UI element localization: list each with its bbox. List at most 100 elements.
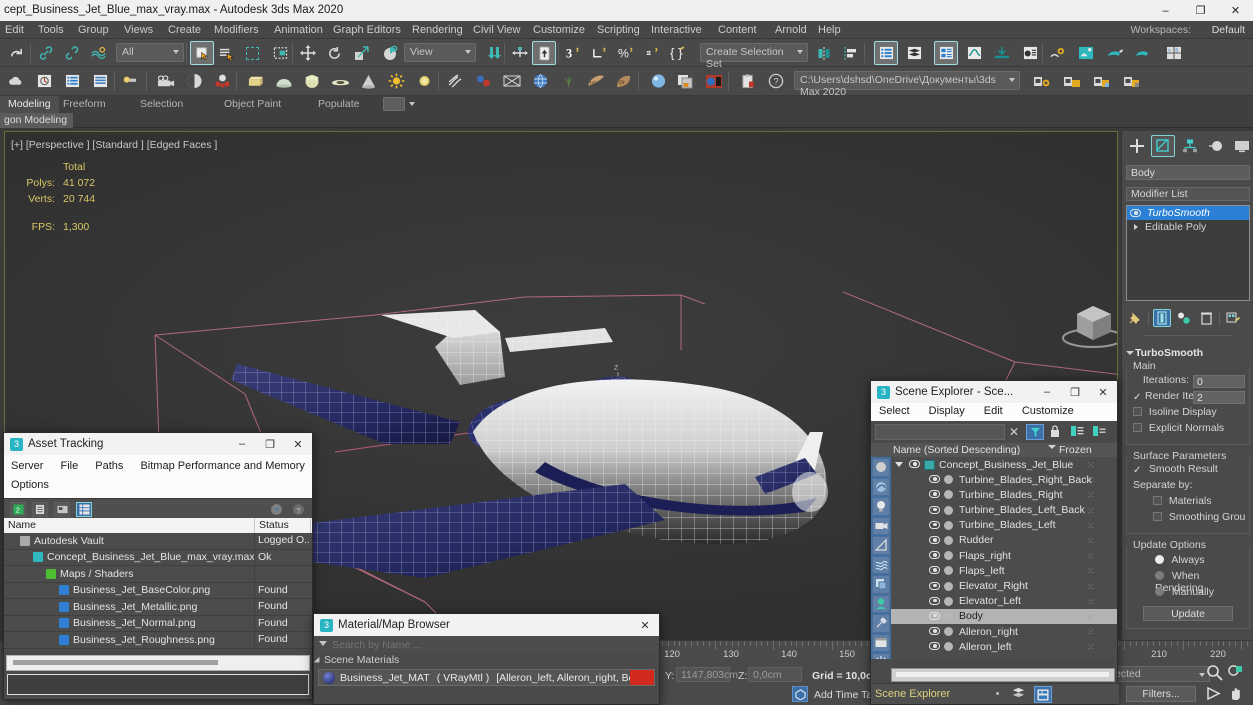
list-item[interactable]: Flaps_left ⁙ [891, 563, 1117, 578]
menu-customize[interactable]: Customize [533, 24, 585, 36]
vray-sphere-icon[interactable] [646, 69, 670, 93]
use-pivot-point-center-icon[interactable] [482, 41, 506, 65]
update-button[interactable]: Update [1143, 606, 1233, 621]
asset-tracking-close[interactable]: ✕ [284, 433, 312, 455]
lock-icon[interactable] [1049, 424, 1061, 439]
object-color-swatch[interactable] [944, 642, 953, 652]
isoline-display-checkbox[interactable] [1133, 407, 1142, 416]
close-button[interactable]: ✕ [1218, 0, 1253, 21]
frozen-toggle-icon[interactable]: ⁙ [1087, 475, 1095, 486]
asset-tracking-icon[interactable] [32, 69, 56, 93]
daylight-icon[interactable] [412, 69, 436, 93]
cloud-icon[interactable] [4, 69, 28, 93]
scene-explorer-hscrollbar[interactable] [891, 668, 1115, 682]
select-and-place-icon[interactable] [378, 41, 402, 65]
menu-civil-view[interactable]: Civil View [473, 24, 520, 36]
align-icon[interactable] [838, 41, 862, 65]
selection-filter-combo[interactable]: All [116, 43, 184, 62]
menu-edit[interactable]: Edit [5, 24, 24, 36]
hierarchy-tab[interactable] [1178, 135, 1201, 157]
separate-materials-row[interactable]: Materials [1131, 495, 1245, 511]
asset-menu-paths[interactable]: Paths [88, 457, 130, 476]
smoothing-groups-checkbox[interactable] [1153, 512, 1162, 521]
scene-explorer-title-bar[interactable]: 3 Scene Explorer - Sce... – ❐ ✕ [871, 381, 1117, 403]
set-project-folder-icon[interactable] [1030, 69, 1054, 93]
frozen-toggle-icon[interactable]: ⁙ [1087, 566, 1095, 577]
sort-chevron-down-icon[interactable] [1048, 445, 1056, 449]
pan-hand-icon[interactable] [1227, 685, 1244, 702]
material-browser-title-bar[interactable]: 3 Material/Map Browser ✕ [314, 614, 659, 636]
zoom-all-icon[interactable] [1227, 664, 1244, 681]
activeshade-icon[interactable]: AB [1162, 41, 1186, 65]
help-icon[interactable]: ? [764, 69, 788, 93]
material-list-item[interactable]: Business_Jet_MAT ( VRayMtl ) [Alleron_le… [318, 669, 655, 686]
torus-primitive-icon[interactable] [328, 69, 352, 93]
asset-tracking-title-bar[interactable]: 3 Asset Tracking – ❐ ✕ [4, 433, 312, 455]
helpers-filter-icon[interactable] [872, 536, 890, 555]
select-and-rotate-icon[interactable] [322, 41, 346, 65]
configure-modifier-sets-icon[interactable] [1224, 309, 1242, 327]
menu-arnold[interactable]: Arnold [775, 24, 807, 36]
menu-graph-editors[interactable]: Graph Editors [333, 24, 401, 36]
workspace-value[interactable]: Default [1212, 24, 1245, 36]
smooth-result-checkbox[interactable]: ✓ [1133, 465, 1142, 476]
globe-icon[interactable] [528, 69, 552, 93]
select-object-icon[interactable] [190, 41, 214, 65]
open-project-folder-icon[interactable] [1060, 69, 1084, 93]
list-item[interactable]: Turbine_Blades_Right ⁙ [891, 487, 1117, 502]
percent-snap-toggle-icon[interactable]: % [614, 41, 638, 65]
object-color-swatch[interactable] [944, 611, 953, 621]
scene-converter-icon[interactable] [60, 69, 84, 93]
smooth-result-row[interactable]: ✓ Smooth Result [1131, 463, 1245, 479]
iterations-spinner[interactable]: 0 [1193, 375, 1245, 388]
frozen-toggle-icon[interactable]: ⁙ [1087, 551, 1095, 562]
list-item[interactable]: Turbine_Blades_Left ⁙ [891, 518, 1117, 533]
object-color-swatch[interactable] [944, 505, 953, 515]
space-warps-filter-icon[interactable] [872, 555, 890, 574]
scene-explorer-taskbar-label[interactable]: Scene Explorer [875, 688, 950, 700]
list-item[interactable]: Alleron_right ⁙ [891, 624, 1117, 639]
light-icon[interactable] [118, 69, 142, 93]
toggle-scene-explorer-icon[interactable] [874, 41, 898, 65]
scene-explorer-tree[interactable]: Concept_Business_Jet_Blue ⁙ Turbine_Blades… [871, 457, 1117, 659]
frozen-toggle-icon[interactable]: ⁙ [1087, 460, 1095, 471]
zoom-icon[interactable] [1206, 664, 1223, 681]
scene-explorer-toggle-icon[interactable] [1034, 686, 1052, 703]
help-alt-icon[interactable]: ? [290, 502, 306, 517]
reference-coordinate-combo[interactable]: View [404, 43, 476, 62]
particle-systems-icon[interactable] [210, 69, 234, 93]
list-item[interactable]: Elevator_Left ⁙ [891, 594, 1117, 609]
vault-toolbar-icon[interactable]: 2 [10, 502, 26, 517]
mesh-viewer-icon[interactable] [500, 69, 524, 93]
geometry-filter-icon[interactable] [872, 458, 890, 477]
toggle-layer-explorer-icon[interactable] [902, 41, 926, 65]
manually-radio[interactable] [1155, 587, 1164, 596]
list-item[interactable]: Elevator_Right ⁙ [891, 579, 1117, 594]
chevron-down-icon[interactable] [1199, 673, 1205, 677]
explicit-normals-row[interactable]: Explicit Normals [1131, 422, 1245, 438]
ribbon-tab-modeling[interactable]: Modeling [0, 96, 59, 113]
hair-farm-icon[interactable]: HF [584, 69, 608, 93]
project-manage-icon[interactable] [1120, 69, 1144, 93]
frozen-toggle-icon[interactable]: ⁙ [1087, 627, 1095, 638]
eye-icon[interactable] [909, 460, 920, 468]
column-header-status[interactable]: Status [255, 518, 311, 533]
column-header-name[interactable]: Name (Sorted Descending) [893, 444, 1020, 456]
se-menu-display[interactable]: Display [921, 403, 973, 419]
always-radio[interactable] [1155, 555, 1164, 564]
vfb-icon[interactable] [702, 69, 726, 93]
y-coordinate-field[interactable]: 1147,803cm [676, 667, 738, 682]
object-color-swatch[interactable] [944, 627, 953, 637]
select-and-move-icon[interactable] [296, 41, 320, 65]
frozen-filter-icon[interactable] [872, 653, 890, 659]
add-time-tag-label[interactable]: Add Time Tag [814, 689, 878, 701]
shapes-filter-icon[interactable] [872, 477, 890, 496]
edit-named-selection-sets-icon[interactable]: { } [666, 41, 690, 65]
add-time-tag-icon[interactable] [792, 686, 808, 702]
separate-smoothing-groups-row[interactable]: Smoothing Groups [1131, 511, 1245, 527]
asset-tracking-rows[interactable]: Autodesk Vault Logged O... Concept_Busines… [4, 533, 312, 649]
table-row[interactable]: Autodesk Vault Logged O... [4, 533, 312, 550]
ribbon-tab-object-paint[interactable]: Object Paint [216, 96, 289, 113]
eye-icon[interactable] [929, 642, 940, 651]
measure-distance-icon[interactable] [88, 69, 112, 93]
